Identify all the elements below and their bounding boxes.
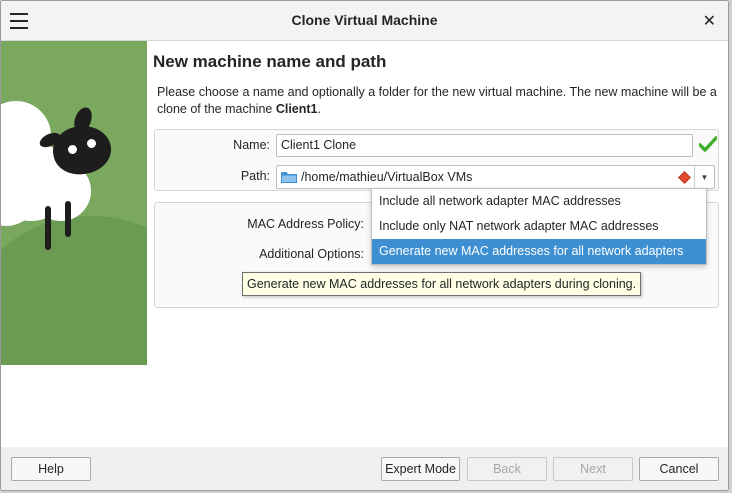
cancel-button[interactable]: Cancel (639, 457, 719, 481)
wizard-sheep-illustration (1, 41, 147, 365)
warning-icon (678, 171, 691, 184)
source-machine-name: Client1 (275, 102, 318, 116)
next-button[interactable]: Next (553, 457, 633, 481)
expert-mode-button[interactable]: Expert Mode (381, 457, 460, 481)
path-label: Path: (240, 169, 270, 183)
window-title: Clone Virtual Machine (291, 12, 438, 28)
path-selector[interactable]: /home/mathieu/VirtualBox VMs ▼ (276, 165, 715, 189)
button-bar: Help Expert Mode Back Next Cancel (1, 447, 728, 490)
additional-options-label: Additional Options: (259, 247, 364, 261)
page-title: New machine name and path (153, 52, 387, 71)
help-button[interactable]: Help (11, 457, 91, 481)
chevron-down-icon[interactable]: ▼ (694, 166, 714, 188)
close-icon[interactable]: ✕ (703, 11, 716, 31)
mac-option-include-all[interactable]: Include all network adapter MAC addresse… (372, 189, 706, 214)
name-label: Name: (233, 138, 270, 152)
page-description: Please choose a name and optionally a fo… (157, 85, 717, 116)
mac-policy-dropdown-list[interactable]: Include all network adapter MAC addresse… (371, 188, 707, 265)
mac-option-generate-new[interactable]: Generate new MAC addresses for all netwo… (372, 239, 706, 264)
path-value: /home/mathieu/VirtualBox VMs (301, 170, 473, 184)
back-button[interactable]: Back (467, 457, 547, 481)
mac-option-include-nat[interactable]: Include only NAT network adapter MAC add… (372, 214, 706, 239)
clone-vm-dialog: Clone Virtual Machine ✕ New machine name… (0, 0, 729, 491)
mac-policy-label: MAC Address Policy: (247, 217, 364, 231)
name-field[interactable]: Client1 Clone (276, 134, 693, 157)
option-tooltip: Generate new MAC addresses for all netwo… (242, 272, 642, 296)
folder-icon (281, 172, 297, 183)
wizard-content: New machine name and path Please choose … (1, 41, 728, 447)
valid-check-icon (699, 136, 717, 152)
title-bar: Clone Virtual Machine ✕ (1, 1, 728, 41)
